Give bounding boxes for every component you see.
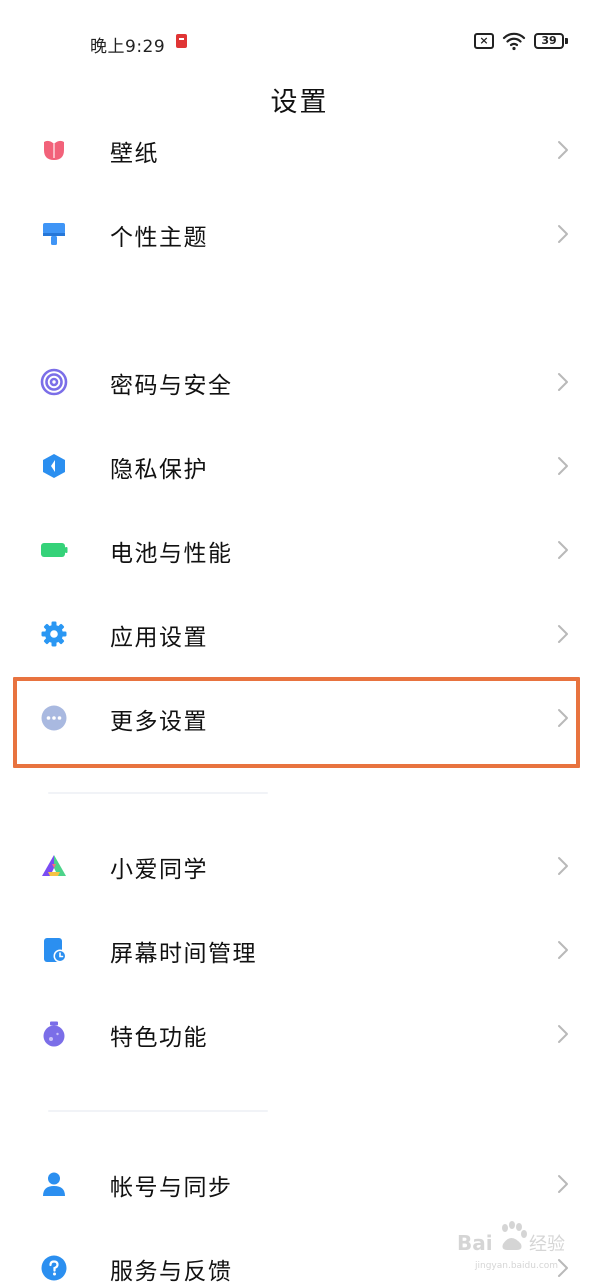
theme-brush-icon	[40, 220, 68, 248]
fingerprint-icon	[40, 368, 68, 396]
chevron-right-icon	[554, 1172, 572, 1196]
wifi-icon	[502, 31, 526, 51]
privacy-shield-icon	[40, 452, 68, 480]
settings-item-label: 帐号与同步	[110, 1175, 233, 1201]
chevron-right-icon	[554, 938, 572, 962]
settings-item-app-settings[interactable]: 应用设置	[0, 594, 599, 678]
screen-time-icon	[40, 936, 68, 964]
svg-text:Bai: Bai	[457, 1231, 493, 1255]
feature-flask-icon	[40, 1020, 68, 1048]
xiaoai-icon	[40, 852, 68, 880]
settings-item-label: 屏幕时间管理	[110, 941, 257, 967]
baidu-jingyan-watermark: Bai 经验 jingyan.baidu.com	[455, 1218, 595, 1278]
settings-item-battery-performance[interactable]: 电池与性能	[0, 510, 599, 594]
settings-item-account-sync[interactable]: 帐号与同步	[0, 1144, 599, 1228]
settings-item-privacy[interactable]: 隐私保护	[0, 426, 599, 510]
highlight-box	[13, 677, 580, 768]
settings-item-label: 隐私保护	[110, 457, 208, 483]
gear-icon	[40, 620, 68, 648]
help-question-icon	[40, 1254, 68, 1282]
settings-item-label: 服务与反馈	[110, 1259, 233, 1285]
battery-status-icon: 39	[534, 33, 568, 49]
settings-item-password-security[interactable]: 密码与安全	[0, 342, 599, 426]
chevron-right-icon	[554, 138, 572, 162]
wallpaper-icon	[40, 136, 68, 164]
status-time: 晚上9:29	[90, 37, 166, 57]
section-divider	[48, 1110, 268, 1112]
settings-item-wallpaper[interactable]: 壁纸	[0, 110, 599, 194]
settings-item-label: 密码与安全	[110, 373, 233, 399]
battery-icon	[40, 536, 68, 564]
status-bar: 晚上9:29 × 39	[0, 0, 599, 80]
settings-item-screen-time[interactable]: 屏幕时间管理	[0, 910, 599, 994]
settings-item-label: 电池与性能	[110, 541, 233, 567]
chevron-right-icon	[554, 454, 572, 478]
chevron-right-icon	[554, 622, 572, 646]
settings-item-label: 应用设置	[110, 625, 208, 651]
chevron-right-icon	[554, 538, 572, 562]
chevron-right-icon	[554, 1022, 572, 1046]
settings-item-label: 壁纸	[110, 141, 159, 167]
settings-item-label: 小爱同学	[110, 857, 208, 883]
account-user-icon	[40, 1170, 68, 1198]
settings-item-features[interactable]: 特色功能	[0, 994, 599, 1078]
chevron-right-icon	[554, 370, 572, 394]
sim-status-icon: ×	[474, 33, 494, 49]
settings-item-theme[interactable]: 个性主题	[0, 194, 599, 278]
chevron-right-icon	[554, 854, 572, 878]
chevron-right-icon	[554, 222, 572, 246]
svg-text:经验: 经验	[529, 1234, 565, 1255]
notification-icon	[176, 34, 187, 48]
settings-item-xiaoai[interactable]: 小爱同学	[0, 826, 599, 910]
settings-item-label: 个性主题	[110, 225, 208, 251]
settings-item-label: 特色功能	[110, 1025, 208, 1051]
svg-text:jingyan.baidu.com: jingyan.baidu.com	[474, 1261, 558, 1271]
section-divider	[48, 792, 268, 794]
